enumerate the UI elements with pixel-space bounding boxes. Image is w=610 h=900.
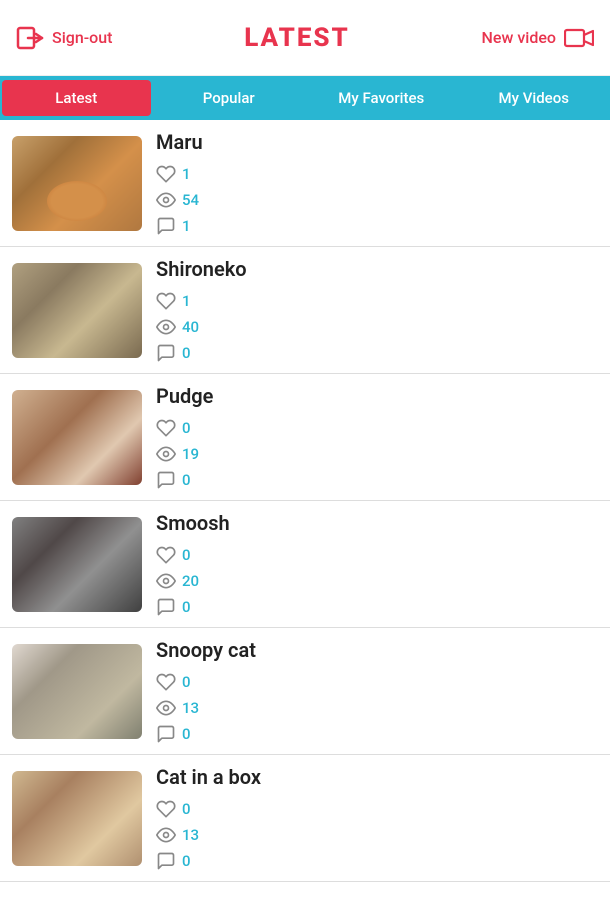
- heart-icon: [156, 799, 176, 819]
- comments-count-cat-in-a-box: 0: [182, 852, 191, 870]
- video-thumbnail-smoosh: [12, 517, 142, 612]
- new-video-button[interactable]: New video: [482, 27, 594, 49]
- tab-bar: Latest Popular My Favorites My Videos: [0, 76, 610, 120]
- video-item-cat-in-a-box[interactable]: Cat in a box 0 13 0: [0, 755, 610, 882]
- comments-row-shironeko: 0: [156, 343, 598, 363]
- likes-count-maru: 1: [182, 165, 191, 183]
- views-count-smoosh: 20: [182, 572, 199, 590]
- page-title: LATEST: [244, 23, 350, 53]
- views-row-cat-in-a-box: 13: [156, 825, 598, 845]
- comment-icon: [156, 216, 176, 236]
- video-title-shironeko: Shironeko: [156, 257, 598, 281]
- video-thumbnail-snoopy-cat: [12, 644, 142, 739]
- eye-icon: [156, 190, 176, 210]
- video-camera-icon: [564, 27, 594, 49]
- likes-count-smoosh: 0: [182, 546, 191, 564]
- video-list: Maru 1 54 1: [0, 120, 610, 882]
- likes-row-snoopy-cat: 0: [156, 672, 598, 692]
- video-item-snoopy-cat[interactable]: Snoopy cat 0 13 0: [0, 628, 610, 755]
- sign-out-button[interactable]: Sign-out: [16, 24, 112, 52]
- likes-count-cat-in-a-box: 0: [182, 800, 191, 818]
- comments-row-cat-in-a-box: 0: [156, 851, 598, 871]
- video-info-shironeko: Shironeko 1 40 0: [156, 257, 598, 363]
- eye-icon: [156, 317, 176, 337]
- likes-count-pudge: 0: [182, 419, 191, 437]
- views-row-maru: 54: [156, 190, 598, 210]
- eye-icon: [156, 571, 176, 591]
- heart-icon: [156, 291, 176, 311]
- tab-my-videos[interactable]: My Videos: [460, 80, 609, 116]
- heart-icon: [156, 672, 176, 692]
- video-thumbnail-shironeko: [12, 263, 142, 358]
- video-title-pudge: Pudge: [156, 384, 598, 408]
- tab-latest[interactable]: Latest: [2, 80, 151, 116]
- comment-icon: [156, 724, 176, 744]
- likes-row-shironeko: 1: [156, 291, 598, 311]
- views-count-shironeko: 40: [182, 318, 199, 336]
- comments-row-snoopy-cat: 0: [156, 724, 598, 744]
- video-title-snoopy-cat: Snoopy cat: [156, 638, 598, 662]
- comments-row-smoosh: 0: [156, 597, 598, 617]
- heart-icon: [156, 164, 176, 184]
- heart-icon: [156, 545, 176, 565]
- video-thumbnail-cat-in-a-box: [12, 771, 142, 866]
- comment-icon: [156, 851, 176, 871]
- comments-count-snoopy-cat: 0: [182, 725, 191, 743]
- comments-row-maru: 1: [156, 216, 598, 236]
- likes-count-snoopy-cat: 0: [182, 673, 191, 691]
- sign-out-icon: [16, 24, 44, 52]
- eye-icon: [156, 444, 176, 464]
- video-item-shironeko[interactable]: Shironeko 1 40 0: [0, 247, 610, 374]
- views-row-pudge: 19: [156, 444, 598, 464]
- comments-count-pudge: 0: [182, 471, 191, 489]
- video-item-maru[interactable]: Maru 1 54 1: [0, 120, 610, 247]
- heart-icon: [156, 418, 176, 438]
- eye-icon: [156, 698, 176, 718]
- views-count-pudge: 19: [182, 445, 199, 463]
- video-title-smoosh: Smoosh: [156, 511, 598, 535]
- video-thumbnail-pudge: [12, 390, 142, 485]
- comment-icon: [156, 470, 176, 490]
- comments-row-pudge: 0: [156, 470, 598, 490]
- app-header: Sign-out LATEST New video: [0, 0, 610, 76]
- video-info-pudge: Pudge 0 19 0: [156, 384, 598, 490]
- tab-popular[interactable]: Popular: [155, 80, 304, 116]
- likes-row-pudge: 0: [156, 418, 598, 438]
- likes-row-maru: 1: [156, 164, 598, 184]
- comments-count-smoosh: 0: [182, 598, 191, 616]
- comments-count-maru: 1: [182, 217, 191, 235]
- likes-row-cat-in-a-box: 0: [156, 799, 598, 819]
- video-title-maru: Maru: [156, 130, 598, 154]
- views-count-snoopy-cat: 13: [182, 699, 199, 717]
- tab-my-favorites[interactable]: My Favorites: [307, 80, 456, 116]
- views-row-shironeko: 40: [156, 317, 598, 337]
- video-info-snoopy-cat: Snoopy cat 0 13 0: [156, 638, 598, 744]
- likes-row-smoosh: 0: [156, 545, 598, 565]
- comment-icon: [156, 343, 176, 363]
- views-count-maru: 54: [182, 191, 199, 209]
- new-video-label: New video: [482, 28, 556, 47]
- video-info-maru: Maru 1 54 1: [156, 130, 598, 236]
- sign-out-label: Sign-out: [52, 28, 112, 47]
- video-info-smoosh: Smoosh 0 20 0: [156, 511, 598, 617]
- views-row-snoopy-cat: 13: [156, 698, 598, 718]
- video-title-cat-in-a-box: Cat in a box: [156, 765, 598, 789]
- eye-icon: [156, 825, 176, 845]
- comments-count-shironeko: 0: [182, 344, 191, 362]
- video-item-smoosh[interactable]: Smoosh 0 20 0: [0, 501, 610, 628]
- comment-icon: [156, 597, 176, 617]
- likes-count-shironeko: 1: [182, 292, 191, 310]
- video-item-pudge[interactable]: Pudge 0 19 0: [0, 374, 610, 501]
- views-count-cat-in-a-box: 13: [182, 826, 199, 844]
- views-row-smoosh: 20: [156, 571, 598, 591]
- video-info-cat-in-a-box: Cat in a box 0 13 0: [156, 765, 598, 871]
- video-thumbnail-maru: [12, 136, 142, 231]
